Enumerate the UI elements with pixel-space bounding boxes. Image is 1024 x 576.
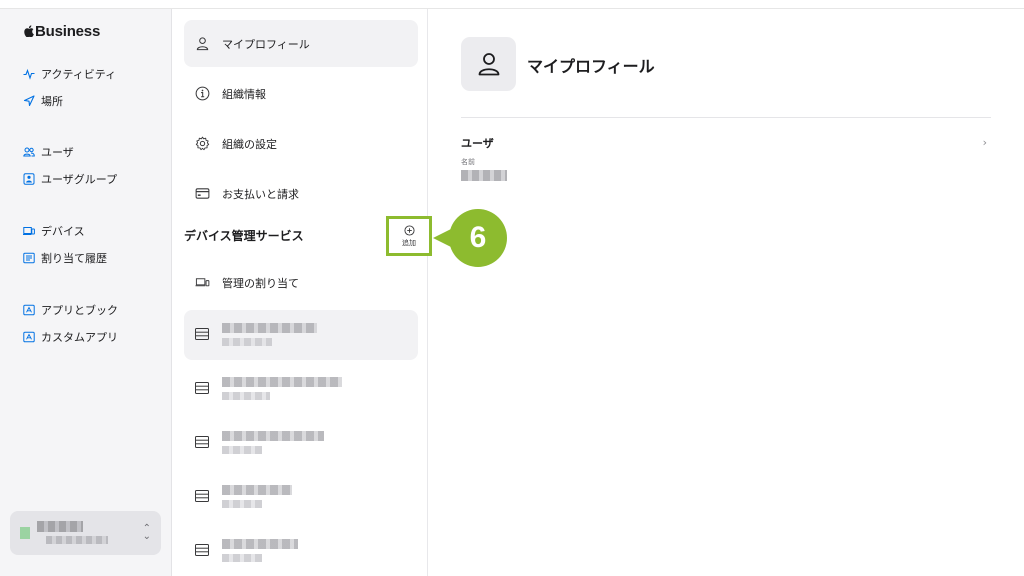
users-icon — [22, 146, 35, 159]
plus-circle-icon — [403, 224, 415, 236]
account-org-redacted — [46, 536, 108, 544]
settings-item-management-assignment[interactable]: 管理の割り当て — [184, 259, 418, 306]
server-name-redacted — [222, 485, 292, 495]
server-name-redacted — [222, 323, 317, 333]
server-icon — [195, 382, 209, 394]
server-icon — [195, 328, 209, 340]
sidebar-item-user-groups[interactable]: ユーザグループ — [22, 169, 117, 189]
sidebar-item-label: 場所 — [41, 95, 63, 108]
add-button-label: 追加 — [402, 238, 416, 247]
chevron-up-down-icon: ⌃ ⌄ — [142, 523, 151, 542]
info-icon — [194, 86, 210, 102]
location-arrow-icon — [22, 95, 35, 108]
activity-icon — [22, 68, 35, 81]
server-icon — [195, 490, 209, 502]
chevron-right-icon: › — [982, 136, 987, 149]
server-detail-redacted — [222, 338, 272, 346]
sidebar-item-users[interactable]: ユーザ — [22, 142, 74, 162]
settings-item-label: 組織の設定 — [222, 137, 277, 151]
sidebar-item-label: 割り当て履歴 — [41, 252, 107, 265]
mdm-server-row[interactable] — [184, 310, 418, 360]
settings-column: マイプロフィール 組織情報 組織の設定 お支払いと請求 デバイス管理サービス 追… — [173, 9, 432, 576]
settings-item-label: お支払いと請求 — [222, 187, 299, 201]
sidebar-item-label: アクティビティ — [41, 68, 117, 81]
assignment-history-icon — [22, 252, 35, 265]
mdm-server-row[interactable] — [184, 526, 418, 576]
name-value-redacted — [461, 170, 507, 181]
devices-icon — [194, 275, 210, 291]
apps-books-icon — [22, 304, 35, 317]
settings-item-label: マイプロフィール — [222, 37, 310, 51]
sidebar-item-label: デバイス — [41, 225, 85, 238]
account-avatar — [20, 527, 30, 539]
custom-apps-icon — [22, 331, 35, 344]
settings-item-org-info[interactable]: 組織情報 — [184, 70, 418, 117]
person-icon — [478, 53, 499, 76]
credit-card-icon — [194, 186, 210, 202]
server-name-redacted — [222, 539, 298, 549]
sidebar-item-label: ユーザグループ — [41, 173, 118, 186]
server-detail-redacted — [222, 554, 262, 562]
user-section[interactable]: ユーザ 名前 › — [461, 133, 991, 185]
account-switcher[interactable]: ⌃ ⌄ — [10, 511, 161, 555]
user-group-icon — [22, 173, 35, 186]
server-icon — [195, 544, 209, 556]
settings-item-label: 管理の割り当て — [222, 276, 299, 290]
sidebar-item-location[interactable]: 場所 — [22, 91, 63, 111]
sidebar: Business アクティビティ 場所 ユーザ ユーザグループ デバイス 割り当… — [0, 9, 172, 576]
server-name-redacted — [222, 377, 342, 387]
server-detail-redacted — [222, 446, 262, 454]
brand-name: Business — [35, 23, 101, 40]
gear-icon — [194, 136, 210, 152]
section-title-device-management: デバイス管理サービス — [184, 229, 304, 243]
divider — [461, 117, 991, 118]
profile-avatar — [461, 37, 516, 91]
apple-logo-icon — [24, 25, 34, 37]
page-title: マイプロフィール — [527, 57, 655, 76]
mdm-server-row[interactable] — [184, 472, 418, 522]
sidebar-item-label: カスタムアプリ — [41, 331, 118, 344]
top-border — [0, 0, 1024, 9]
sidebar-item-label: ユーザ — [41, 146, 74, 159]
devices-icon — [22, 225, 35, 238]
server-detail-redacted — [222, 500, 262, 508]
settings-item-label: 組織情報 — [222, 87, 266, 101]
account-name-redacted — [37, 521, 83, 532]
sidebar-item-activity[interactable]: アクティビティ — [22, 64, 116, 84]
mdm-server-row[interactable] — [184, 364, 418, 414]
settings-item-my-profile[interactable]: マイプロフィール — [184, 20, 418, 67]
sidebar-item-label: アプリとブック — [41, 304, 118, 317]
sidebar-item-custom-apps[interactable]: カスタムアプリ — [22, 327, 118, 347]
settings-item-billing[interactable]: お支払いと請求 — [184, 170, 418, 217]
add-button[interactable]: 追加 — [386, 216, 432, 256]
main-content: マイプロフィール ユーザ 名前 › — [429, 9, 1024, 576]
sidebar-item-devices[interactable]: デバイス — [22, 221, 85, 241]
user-section-heading: ユーザ — [461, 137, 494, 150]
mdm-server-row[interactable] — [184, 418, 418, 468]
sidebar-item-assignment-history[interactable]: 割り当て履歴 — [22, 248, 107, 268]
brand-logo: Business — [24, 23, 100, 40]
person-icon — [194, 36, 210, 52]
settings-item-org-settings[interactable]: 組織の設定 — [184, 120, 418, 167]
server-name-redacted — [222, 431, 324, 441]
server-icon — [195, 436, 209, 448]
name-field-label: 名前 — [461, 158, 475, 166]
server-detail-redacted — [222, 392, 270, 400]
sidebar-item-apps-books[interactable]: アプリとブック — [22, 300, 118, 320]
